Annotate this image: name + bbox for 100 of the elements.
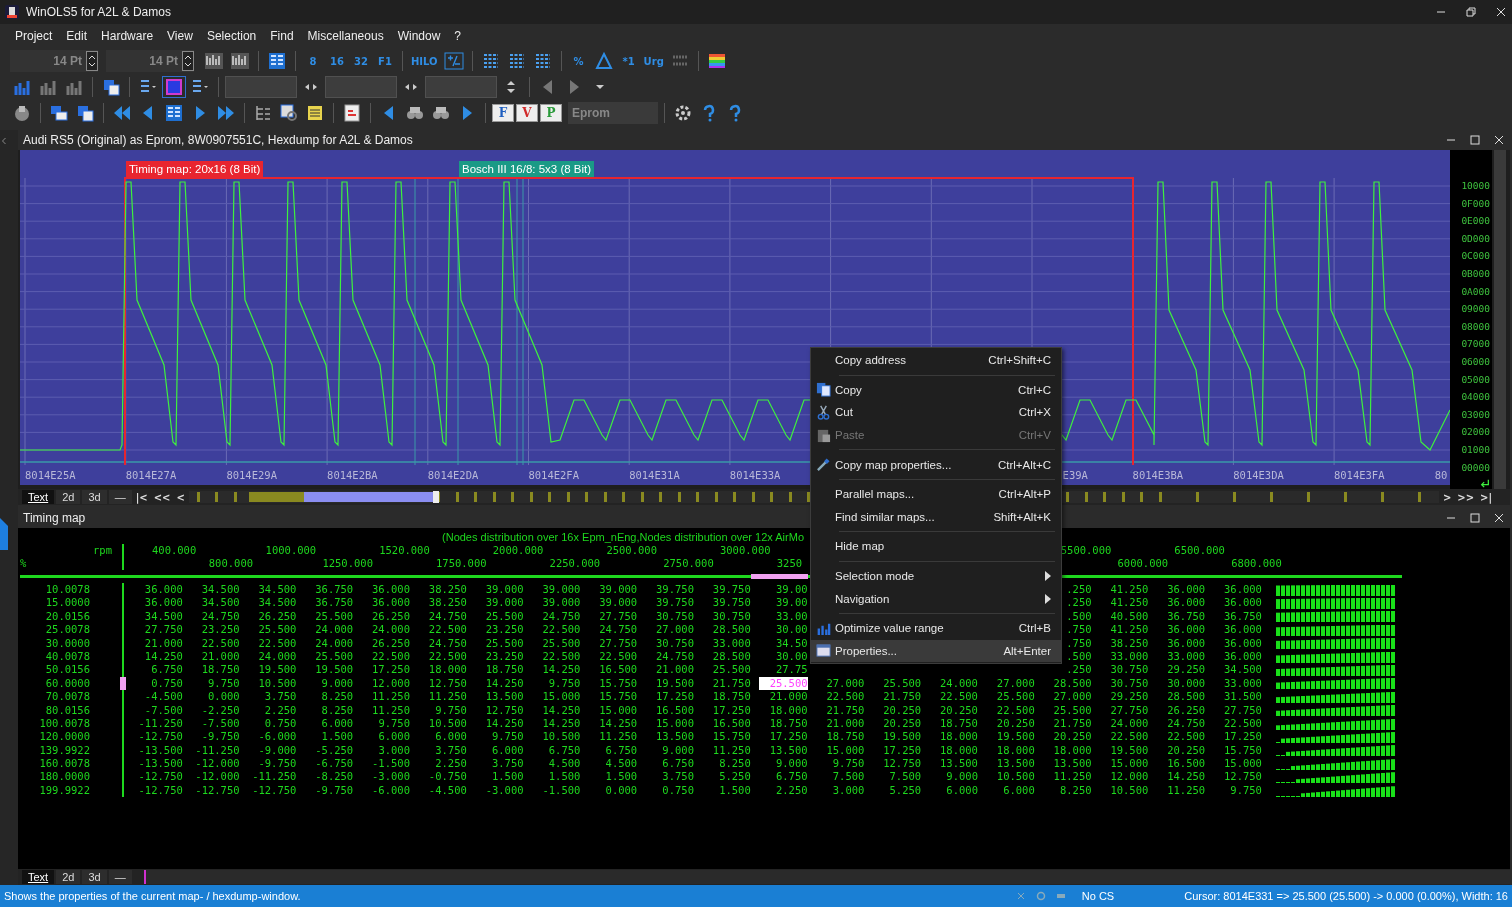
- maximize-icon[interactable]: [1470, 135, 1480, 145]
- close-icon[interactable]: [1496, 7, 1506, 17]
- menu-item[interactable]: Edit: [59, 26, 95, 46]
- table-cell: 27.750: [1224, 703, 1262, 717]
- toolbar-button[interactable]: 16: [326, 50, 348, 72]
- scrollbar[interactable]: [143, 870, 1510, 884]
- menu-item[interactable]: Hide map: [811, 535, 1061, 558]
- table-cell: 20.250: [996, 716, 1035, 731]
- table-cell: 27.75: [775, 663, 808, 677]
- menu-item[interactable]: Window: [390, 26, 448, 46]
- table-cell: -1.500: [372, 757, 410, 771]
- menu-item[interactable]: Copy Ctrl+C: [811, 378, 1061, 402]
- view-tab[interactable]: Text: [22, 870, 55, 884]
- menu-item[interactable]: ?: [447, 26, 468, 46]
- toolbar-button[interactable]: 32: [350, 50, 372, 72]
- navigation-button[interactable]: >|: [1478, 491, 1495, 503]
- table-cell: 6.750: [151, 663, 183, 677]
- toolbar-button[interactable]: 8: [302, 50, 324, 72]
- close-icon[interactable]: [1494, 513, 1504, 523]
- column-header: 800.000: [207, 557, 255, 570]
- menu-item[interactable]: Properties... Alt+Enter: [811, 639, 1061, 663]
- menu-item[interactable]: Cut Ctrl+X: [811, 401, 1061, 424]
- menu-item[interactable]: Selection mode: [811, 564, 1061, 588]
- menu-item[interactable]: Navigation: [811, 587, 1061, 610]
- input-field[interactable]: [325, 76, 397, 98]
- table-cell: 14.250: [144, 649, 183, 664]
- table-cell: 11.250: [428, 690, 467, 704]
- table-cell: 25.500: [315, 609, 354, 624]
- view-tab[interactable]: 3d: [82, 870, 107, 884]
- view-tab[interactable]: 2d: [56, 490, 81, 504]
- plus-minus-icon[interactable]: [441, 50, 466, 72]
- menu-item[interactable]: Copy address Ctrl+Shift+C: [811, 349, 1061, 372]
- table-cell: 34.500: [201, 583, 240, 597]
- toolbar-button[interactable]: F1: [374, 50, 396, 72]
- table-cell: 24.750: [201, 609, 240, 624]
- input-field[interactable]: [425, 76, 497, 98]
- navigation-button[interactable]: |<: [133, 491, 150, 503]
- view-tab[interactable]: —: [108, 870, 132, 884]
- menu-item[interactable]: Copy map properties... Ctrl+Alt+C: [811, 453, 1061, 476]
- table-cell: 0.000: [208, 690, 240, 704]
- axis-tick-label: 0C000: [1461, 249, 1490, 264]
- address-label: 8014E2FA: [528, 469, 579, 481]
- table-cell: 15.000: [1224, 757, 1262, 771]
- submenu-arrow-icon: [1045, 593, 1051, 604]
- table-cell: 18.750: [769, 716, 808, 731]
- table-cell: -12.750: [252, 783, 297, 798]
- table-cell: 9.000: [775, 757, 808, 771]
- menu-item[interactable]: Project: [8, 26, 60, 46]
- view-tab[interactable]: —: [108, 490, 132, 504]
- table-cell: 25.500: [996, 690, 1035, 704]
- view-tab[interactable]: 3d: [82, 490, 107, 504]
- toolbar-button[interactable]: F: [492, 104, 514, 122]
- table-cell: 17.250: [1224, 730, 1262, 744]
- menu-item[interactable]: Miscellaneous: [300, 26, 391, 46]
- spinner-icon[interactable]: [86, 51, 98, 71]
- maximize-icon[interactable]: [1470, 513, 1480, 523]
- map-marker-label[interactable]: Timing map: 20x16 (8 Bit): [126, 161, 264, 177]
- menu-item[interactable]: Find: [263, 26, 301, 46]
- toolbar-button[interactable]: %: [567, 50, 590, 72]
- window-icon[interactable]: [162, 76, 186, 98]
- view-tab[interactable]: Text: [22, 490, 55, 504]
- table-cell: 39.00: [775, 596, 808, 610]
- return-arrow-icon[interactable]: [1480, 478, 1490, 489]
- status-icon: [1055, 891, 1066, 901]
- view-tab[interactable]: 2d: [56, 870, 81, 884]
- font-size-field[interactable]: 14 Pt: [10, 50, 98, 72]
- table-cell: 22.500: [428, 623, 467, 637]
- menu-item[interactable]: Selection: [199, 26, 264, 46]
- navigation-button[interactable]: >: [1440, 491, 1454, 503]
- menu-item[interactable]: Optimize value range Ctrl+B: [811, 616, 1061, 640]
- table-cell: 18.000: [769, 703, 808, 717]
- waveform-icon[interactable]: [202, 50, 226, 72]
- restore-icon[interactable]: [1466, 7, 1476, 17]
- table-cell: 17.250: [883, 743, 922, 758]
- toolbar-button[interactable]: HILO: [409, 50, 440, 72]
- table-cell: -6.000: [258, 730, 297, 744]
- toolbar-button[interactable]: *1: [617, 50, 640, 72]
- font-size-field[interactable]: 14 Pt: [106, 50, 194, 72]
- menu-item[interactable]: Hardware: [94, 26, 161, 46]
- input-field[interactable]: [225, 76, 297, 98]
- table-cell: -12.750: [138, 783, 183, 798]
- toolbar-button[interactable]: V: [516, 104, 538, 122]
- table-cell: 24.750: [542, 609, 581, 624]
- navigation-button[interactable]: >>: [1455, 491, 1477, 503]
- menu-item[interactable]: Parallel maps... Ctrl+Alt+P: [811, 482, 1061, 506]
- row-header: 20.0156: [44, 609, 91, 624]
- menu-item[interactable]: View: [160, 26, 200, 46]
- table-cell: 18.750: [940, 716, 978, 731]
- toolbar-button[interactable]: Urg: [641, 50, 666, 72]
- menu-item[interactable]: Find similar maps... Shift+Alt+K: [811, 505, 1061, 529]
- close-icon[interactable]: [1494, 135, 1504, 145]
- table-cell: 27.750: [599, 609, 638, 624]
- scrollbar[interactable]: [1494, 150, 1506, 489]
- navigation-button[interactable]: <<: [151, 491, 173, 503]
- navigation-button[interactable]: <: [174, 491, 187, 503]
- pane-marker-icon: [0, 516, 8, 552]
- waveform-icon[interactable]: [228, 50, 252, 72]
- table-cell: 13.500: [485, 690, 524, 704]
- table-cell: 36.000: [372, 583, 410, 597]
- spinner-icon[interactable]: [182, 51, 194, 71]
